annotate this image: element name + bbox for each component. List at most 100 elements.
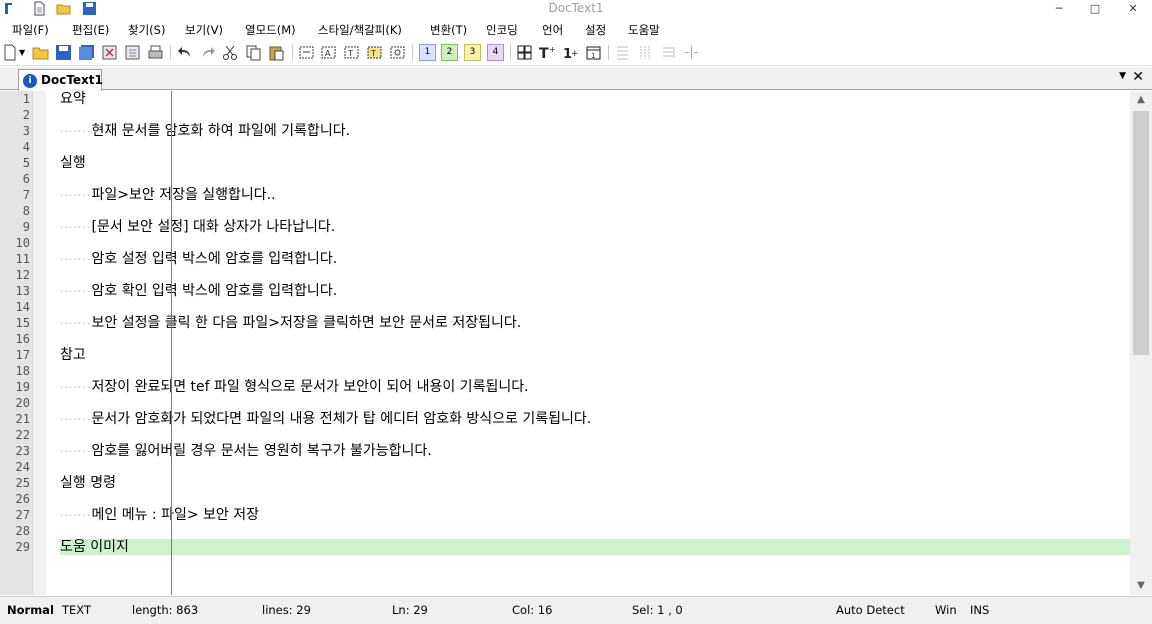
line-number[interactable]: 11 — [0, 251, 30, 267]
select-text-icon[interactable]: T — [343, 44, 360, 61]
line-number[interactable]: 6 — [0, 171, 30, 187]
line-number[interactable]: 4 — [0, 139, 30, 155]
select-all-icon[interactable] — [389, 44, 406, 61]
minimize-button[interactable]: ─ — [1046, 1, 1072, 16]
menu-edit[interactable]: 편집(E) — [72, 22, 109, 38]
paste-icon[interactable] — [268, 44, 285, 61]
text-line[interactable]: 요약 — [60, 91, 86, 107]
line-number[interactable]: 20 — [0, 395, 30, 411]
grid-view-icon[interactable] — [516, 44, 533, 61]
menu-view[interactable]: 보기(V) — [185, 22, 223, 38]
text-line[interactable]: ·······저장이 완료되면 tef 파일 형식으로 문서가 보안이 되어 내… — [60, 379, 529, 395]
line-number[interactable]: 28 — [0, 523, 30, 539]
text-line[interactable]: ·······현재 문서를 암호화 하여 파일에 기록합니다. — [60, 123, 350, 139]
line-number[interactable]: 25 — [0, 475, 30, 491]
line-number[interactable]: 17 — [0, 347, 30, 363]
redo-icon[interactable] — [199, 44, 216, 61]
text-line[interactable]: ·······[문서 보안 설정] 대화 상자가 나타납니다. — [60, 219, 335, 235]
line-number[interactable]: 2 — [0, 107, 30, 123]
line-number[interactable]: 7 — [0, 187, 30, 203]
menu-encoding[interactable]: 인코딩 — [486, 22, 518, 38]
line-number[interactable]: 3 — [0, 123, 30, 139]
menu-search[interactable]: 찾기(S) — [128, 22, 165, 38]
line-number[interactable]: 26 — [0, 491, 30, 507]
column-guide-icon[interactable] — [637, 44, 654, 61]
menu-help[interactable]: 도움말 — [628, 22, 660, 38]
status-insert-mode[interactable]: INS — [970, 603, 989, 617]
text-line[interactable]: 참고 — [60, 347, 86, 363]
bookmark-2-button[interactable]: 2 — [441, 44, 458, 61]
status-mode[interactable]: Normal — [7, 603, 54, 617]
text-area[interactable]: 요약 ·······현재 문서를 암호화 하여 파일에 기록합니다. 실행 ·····… — [47, 91, 1130, 595]
bookmark-1-button[interactable]: 1 — [419, 44, 436, 61]
text-line[interactable]: 실행 명령 — [60, 475, 116, 491]
tab-close-icon[interactable]: ✕ — [1132, 69, 1144, 85]
maximize-button[interactable]: □ — [1082, 1, 1108, 16]
close-doc-icon[interactable] — [101, 44, 118, 61]
text-line[interactable]: 도움 이미지 — [60, 539, 129, 555]
line-number[interactable]: 18 — [0, 363, 30, 379]
menu-convert[interactable]: 변환(T) — [430, 22, 467, 38]
line-number[interactable]: 19 — [0, 379, 30, 395]
vertical-scrollbar[interactable]: ▲ ▼ — [1130, 91, 1152, 595]
scroll-up-icon[interactable]: ▲ — [1130, 91, 1152, 109]
select-line-icon[interactable] — [298, 44, 315, 61]
line-number[interactable]: 29 — [0, 539, 30, 555]
close-window-button[interactable]: ✕ — [1120, 1, 1146, 16]
line-number[interactable]: 22 — [0, 427, 30, 443]
select-block-icon[interactable]: T — [366, 44, 383, 61]
line-number[interactable]: 1 — [0, 91, 30, 107]
line-number[interactable]: 24 — [0, 459, 30, 475]
wrap-guide-icon[interactable] — [660, 44, 677, 61]
text-line[interactable]: ·······보안 설정을 클릭 한 다음 파일>저장을 클릭하면 보안 문서로… — [60, 315, 521, 331]
text-line[interactable]: 실행 — [60, 155, 86, 171]
menu-language[interactable]: 언어 — [542, 22, 563, 38]
line-number[interactable]: 23 — [0, 443, 30, 459]
line-number[interactable]: 14 — [0, 299, 30, 315]
status-encoding[interactable]: Auto Detect — [836, 603, 905, 617]
line-number[interactable]: 5 — [0, 155, 30, 171]
tab-list-dropdown-icon[interactable]: ▼ — [1119, 71, 1126, 81]
undo-icon[interactable] — [177, 44, 194, 61]
close-all-icon[interactable] — [124, 44, 141, 61]
print-icon[interactable] — [147, 44, 164, 61]
calendar-icon[interactable]: 1 — [585, 44, 602, 61]
line-number[interactable]: 12 — [0, 267, 30, 283]
fold-margin[interactable] — [32, 91, 46, 595]
text-line[interactable]: ·······파일>보안 저장을 실행합니다.. — [60, 187, 276, 203]
scroll-down-icon[interactable]: ▼ — [1130, 577, 1152, 595]
bookmark-4-button[interactable]: 4 — [487, 44, 504, 61]
tab-doctext1[interactable]: i DocText1 — [18, 69, 103, 91]
save-icon[interactable] — [55, 44, 72, 61]
indent-guide-icon[interactable] — [614, 44, 631, 61]
text-line[interactable]: ·······메인 메뉴 : 파일> 보안 저장 — [60, 507, 259, 523]
line-number[interactable]: 16 — [0, 331, 30, 347]
line-number[interactable]: 9 — [0, 219, 30, 235]
select-word-icon[interactable]: A — [320, 44, 337, 61]
line-number[interactable]: 8 — [0, 203, 30, 219]
editor[interactable]: 1 2 3 4 5 6 7 8 9 10 11 12 13 14 15 16 17 18 19 20 21 22 23 24 2… — [0, 91, 1152, 595]
cut-icon[interactable] — [222, 44, 239, 61]
line-number[interactable]: 10 — [0, 235, 30, 251]
menu-style-bookmark[interactable]: 스타일/책갈피(K) — [318, 22, 402, 38]
line-number-increase-icon[interactable]: 1+ — [562, 44, 579, 61]
text-line[interactable]: ·······암호를 잃어버릴 경우 문서는 영원히 복구가 불가능합니다. — [60, 443, 432, 459]
menu-column-mode[interactable]: 열모드(M) — [245, 22, 296, 38]
text-line[interactable]: ·······문서가 암호화가 되었다면 파일의 내용 전체가 탑 에디터 암호… — [60, 411, 591, 427]
menu-file[interactable]: 파일(F) — [12, 22, 49, 38]
text-line[interactable]: ·······암호 설정 입력 박스에 암호를 입력합니다. — [60, 251, 337, 267]
line-number[interactable]: 15 — [0, 315, 30, 331]
line-number[interactable]: 13 — [0, 283, 30, 299]
scrollbar-thumb[interactable] — [1133, 111, 1149, 355]
split-view-icon[interactable] — [683, 44, 700, 61]
open-icon[interactable] — [32, 44, 49, 61]
bookmark-3-button[interactable]: 3 — [464, 44, 481, 61]
line-number[interactable]: 27 — [0, 507, 30, 523]
font-size-increase-icon[interactable]: T + — [539, 44, 556, 61]
line-number[interactable]: 21 — [0, 411, 30, 427]
menu-settings[interactable]: 설정 — [585, 22, 606, 38]
text-line[interactable]: ·······암호 확인 입력 박스에 암호를 입력합니다. — [60, 283, 337, 299]
status-eol[interactable]: Win — [935, 603, 957, 617]
new-doc-icon[interactable] — [2, 44, 19, 61]
save-all-icon[interactable] — [78, 44, 95, 61]
